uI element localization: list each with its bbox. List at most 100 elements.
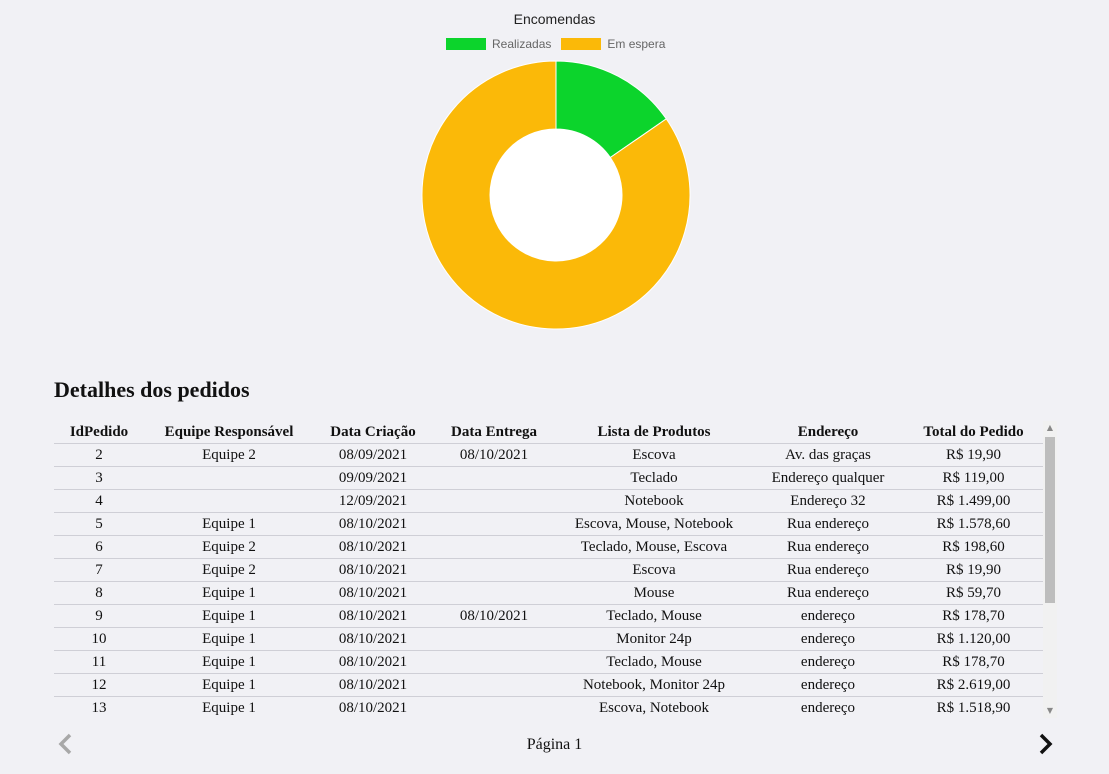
cell-produtos: Escova, Mouse, Notebook (556, 512, 752, 536)
col-header-produtos[interactable]: Lista de Produtos (556, 421, 752, 444)
cell-total: R$ 59,70 (904, 581, 1043, 605)
cell-data-entrega: 08/10/2021 (432, 443, 556, 467)
chevron-right-icon (1039, 733, 1053, 755)
cell-total: R$ 198,60 (904, 535, 1043, 559)
cell-endereco: Rua endereço (752, 558, 904, 582)
scroll-up-icon[interactable]: ▲ (1043, 421, 1057, 435)
cell-data-criacao: 08/10/2021 (314, 604, 432, 628)
cell-equipe: Equipe 2 (144, 558, 314, 582)
table-row[interactable]: 4 12/09/2021 Notebook Endereço 32 R$ 1.499,0… (54, 489, 1043, 513)
table-row[interactable]: 7 Equipe 2 08/10/2021 Escova Rua endereço R$ … (54, 558, 1043, 582)
cell-total: R$ 1.120,00 (904, 627, 1043, 651)
cell-produtos: Teclado, Mouse (556, 604, 752, 628)
cell-idpedido: 9 (54, 604, 144, 628)
cell-total: R$ 1.518,90 (904, 696, 1043, 718)
cell-data-criacao: 09/09/2021 (314, 466, 432, 490)
legend-label-em-espera: Em espera (607, 37, 666, 51)
cell-endereco: endereço (752, 673, 904, 697)
col-header-idpedido[interactable]: IdPedido (54, 421, 144, 444)
cell-endereco: Rua endereço (752, 581, 904, 605)
cell-data-entrega (432, 535, 556, 559)
scrollbar-thumb[interactable] (1045, 437, 1055, 603)
cell-data-entrega (432, 650, 556, 674)
cell-total: R$ 119,00 (904, 466, 1043, 490)
cell-idpedido: 13 (54, 696, 144, 718)
table-row[interactable]: 13 Equipe 1 08/10/2021 Escova, Notebook ende… (54, 696, 1043, 718)
cell-idpedido: 2 (54, 443, 144, 467)
table-row[interactable]: 5 Equipe 1 08/10/2021 Escova, Mouse, Notebo… (54, 512, 1043, 536)
legend-label-realizadas: Realizadas (492, 37, 552, 51)
cell-data-criacao: 08/10/2021 (314, 535, 432, 559)
cell-data-entrega (432, 696, 556, 718)
cell-data-criacao: 08/10/2021 (314, 696, 432, 718)
cell-produtos: Teclado, Mouse, Escova (556, 535, 752, 559)
table-row[interactable]: 11 Equipe 1 08/10/2021 Teclado, Mouse endere… (54, 650, 1043, 674)
cell-data-criacao: 08/10/2021 (314, 558, 432, 582)
table-row[interactable]: 10 Equipe 1 08/10/2021 Monitor 24p endereço R… (54, 627, 1043, 651)
legend-item-realizadas[interactable]: Realizadas (446, 37, 551, 51)
cell-total: R$ 1.499,00 (904, 489, 1043, 513)
table-row[interactable]: 2 Equipe 2 08/09/2021 08/10/2021 Escova Av. d… (54, 443, 1043, 467)
cell-data-criacao: 08/10/2021 (314, 627, 432, 651)
col-header-data-entrega[interactable]: Data Entrega (432, 421, 556, 444)
cell-produtos: Notebook (556, 489, 752, 513)
table-scrollbar[interactable]: ▲ ▼ (1043, 421, 1057, 718)
cell-idpedido: 7 (54, 558, 144, 582)
col-header-data-criacao[interactable]: Data Criação (314, 421, 432, 444)
orders-table-container[interactable]: IdPedido Equipe Responsável Data Criação… (54, 421, 1057, 718)
cell-total: R$ 1.578,60 (904, 512, 1043, 536)
cell-data-entrega (432, 558, 556, 582)
cell-idpedido: 3 (54, 466, 144, 490)
cell-endereco: Rua endereço (752, 535, 904, 559)
cell-idpedido: 5 (54, 512, 144, 536)
table-row[interactable]: 8 Equipe 1 08/10/2021 Mouse Rua endereço R$ 5… (54, 581, 1043, 605)
cell-endereco: endereço (752, 696, 904, 718)
cell-endereco: endereço (752, 650, 904, 674)
cell-produtos: Monitor 24p (556, 627, 752, 651)
cell-total: R$ 178,70 (904, 650, 1043, 674)
cell-data-criacao: 08/10/2021 (314, 673, 432, 697)
col-header-equipe[interactable]: Equipe Responsável (144, 421, 314, 444)
cell-equipe: Equipe 1 (144, 604, 314, 628)
cell-data-entrega (432, 581, 556, 605)
cell-idpedido: 6 (54, 535, 144, 559)
scroll-down-icon[interactable]: ▼ (1043, 704, 1057, 718)
cell-produtos: Teclado (556, 466, 752, 490)
cell-equipe: Equipe 1 (144, 696, 314, 718)
cell-endereco: Endereço qualquer (752, 466, 904, 490)
cell-produtos: Notebook, Monitor 24p (556, 673, 752, 697)
legend-swatch-em-espera (561, 38, 602, 50)
next-page-button[interactable] (1032, 730, 1062, 760)
orders-table: IdPedido Equipe Responsável Data Criação… (54, 421, 1043, 718)
cell-total: R$ 178,70 (904, 604, 1043, 628)
cell-idpedido: 4 (54, 489, 144, 513)
orders-chart: Encomendas Realizadas Em espera (0, 0, 1109, 340)
cell-endereco: Av. das graças (752, 443, 904, 467)
table-header-row: IdPedido Equipe Responsável Data Criação… (54, 421, 1043, 444)
col-header-endereco[interactable]: Endereço (752, 421, 904, 444)
legend-item-em-espera[interactable]: Em espera (561, 37, 665, 51)
donut-hole (490, 129, 622, 261)
col-header-total[interactable]: Total do Pedido (904, 421, 1043, 444)
table-row[interactable]: 3 09/09/2021 Teclado Endereço qualquer R$ 11… (54, 466, 1043, 490)
cell-produtos: Escova (556, 443, 752, 467)
cell-equipe: Equipe 1 (144, 512, 314, 536)
cell-equipe: Equipe 1 (144, 627, 314, 651)
table-row[interactable]: 9 Equipe 1 08/10/2021 08/10/2021 Teclado, Mo… (54, 604, 1043, 628)
pagination: Página 1 (0, 730, 1109, 760)
cell-data-criacao: 08/10/2021 (314, 512, 432, 536)
cell-produtos: Escova (556, 558, 752, 582)
cell-idpedido: 10 (54, 627, 144, 651)
table-row[interactable]: 6 Equipe 2 08/10/2021 Teclado, Mouse, Escov… (54, 535, 1043, 559)
cell-data-entrega (432, 489, 556, 513)
donut-chart (421, 60, 691, 330)
cell-produtos: Escova, Notebook (556, 696, 752, 718)
cell-equipe (144, 489, 314, 513)
cell-equipe: Equipe 2 (144, 535, 314, 559)
cell-equipe (144, 466, 314, 490)
table-row[interactable]: 12 Equipe 1 08/10/2021 Notebook, Monitor 24… (54, 673, 1043, 697)
cell-idpedido: 12 (54, 673, 144, 697)
cell-data-entrega (432, 512, 556, 536)
section-title: Detalhes dos pedidos (54, 377, 250, 402)
cell-endereco: Rua endereço (752, 512, 904, 536)
